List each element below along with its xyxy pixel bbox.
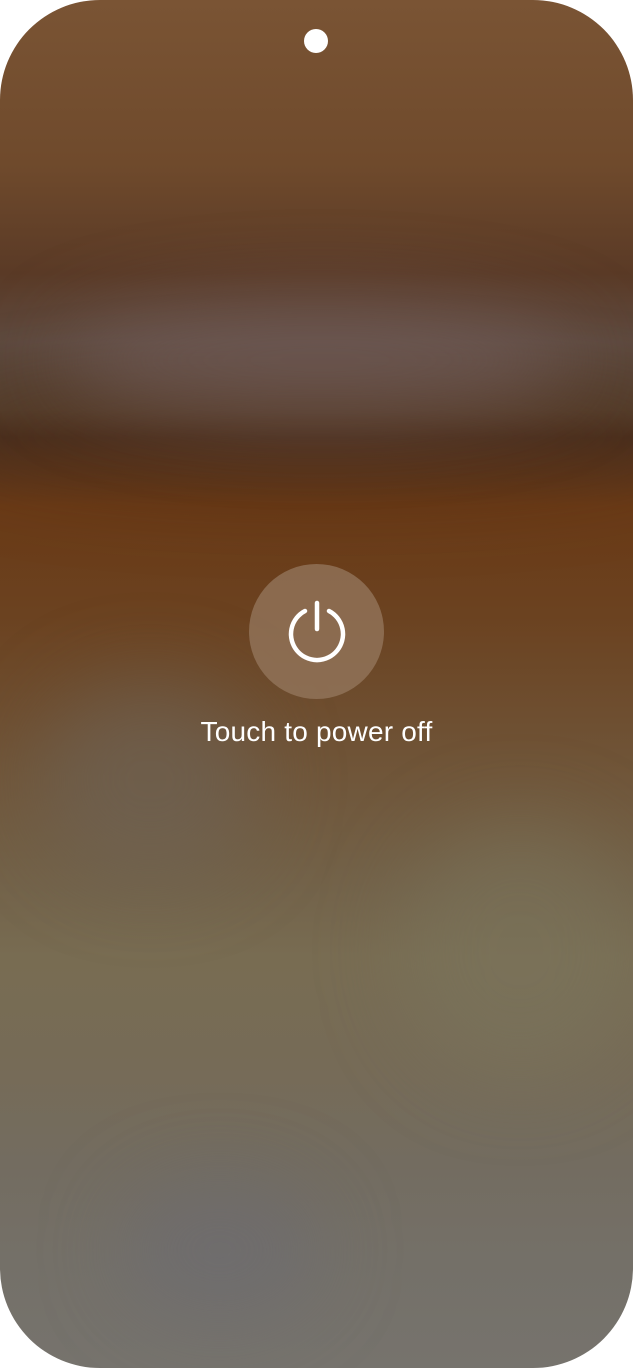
camera-punch-hole-icon	[304, 29, 328, 53]
power-icon	[288, 600, 345, 662]
blurred-wallpaper-shape-right	[400, 820, 633, 1080]
power-off-label: Touch to power off	[200, 716, 433, 747]
power-off-screen: Touch to power off	[0, 0, 633, 1368]
blurred-wallpaper-highlight	[60, 300, 580, 420]
power-off-button[interactable]	[249, 564, 384, 699]
blurred-wallpaper-shape-left	[40, 680, 260, 880]
blurred-wallpaper-shape-bottom	[120, 1180, 320, 1320]
blurred-wallpaper-band	[0, 380, 633, 490]
